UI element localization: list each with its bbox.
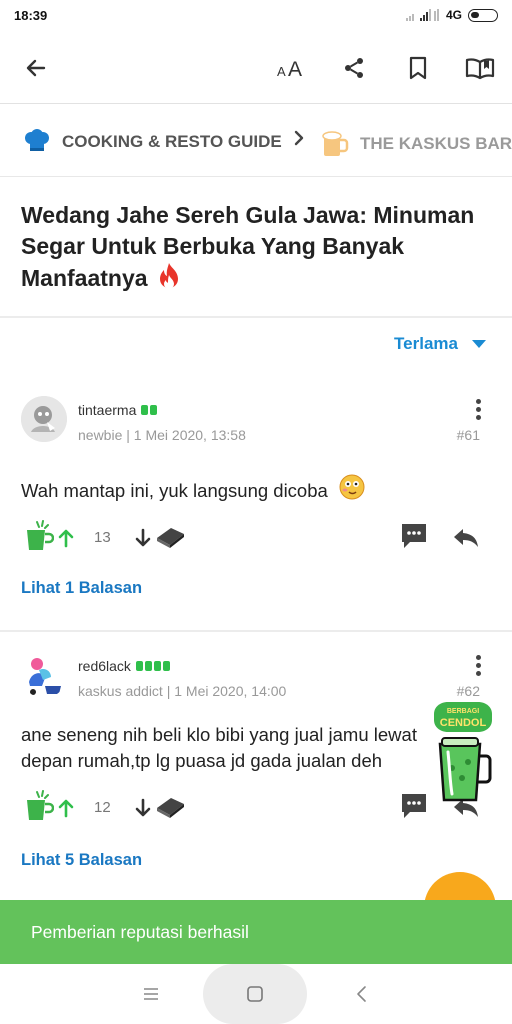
username[interactable]: tintaerma xyxy=(78,402,158,418)
breadcrumb-item-kaskus-bar[interactable]: THE KASKUS BAR xyxy=(320,129,512,159)
vote-count: 13 xyxy=(94,529,111,546)
sort-dropdown[interactable]: Terlama xyxy=(394,334,486,354)
breadcrumb-separator xyxy=(292,129,306,147)
divider xyxy=(0,316,512,318)
username-text: tintaerma xyxy=(78,402,137,418)
avatar[interactable] xyxy=(21,396,67,442)
network-type: 4G xyxy=(445,8,462,22)
app-bar: A A xyxy=(0,32,512,104)
post-body: ane seneng nih beli klo bibi yang jual j… xyxy=(21,724,417,771)
menu-icon[interactable] xyxy=(142,986,160,1002)
caret-down-icon xyxy=(472,340,486,348)
default-avatar-icon xyxy=(21,396,67,442)
more-options-button[interactable] xyxy=(476,399,482,423)
breadcrumb-label: THE KASKUS BAR xyxy=(360,134,512,153)
post-actions: 12 xyxy=(24,790,494,826)
share-icon xyxy=(345,58,363,78)
status-icons: 4G xyxy=(405,8,498,22)
downvote-icon[interactable] xyxy=(134,528,152,548)
upvote-icon[interactable] xyxy=(57,528,75,548)
breadcrumb: COOKING & RESTO GUIDE THE KASKUS BAR xyxy=(0,105,512,177)
reply-icon[interactable] xyxy=(452,526,480,550)
fire-icon xyxy=(159,263,178,289)
cendol-sticker: BERBAGI CENDOL xyxy=(432,700,494,810)
status-time: 18:39 xyxy=(14,8,48,23)
divider xyxy=(0,630,512,632)
post-body: Wah mantap ini, yuk langsung dicoba xyxy=(21,474,491,504)
cendol-badge-text-bottom: CENDOL xyxy=(440,717,487,729)
bookmark-icon xyxy=(409,56,427,80)
battery-icon xyxy=(468,8,498,22)
breadcrumb-item-cooking[interactable]: COOKING & RESTO GUIDE xyxy=(22,129,282,155)
reader-mode-button[interactable] xyxy=(462,50,498,86)
username-text: red6lack xyxy=(78,658,131,674)
text-size-icon: A A xyxy=(277,58,302,80)
post-actions: 13 xyxy=(24,520,494,556)
status-bar: 18:39 4G xyxy=(0,0,512,32)
home-icon[interactable] xyxy=(246,985,264,1003)
cendol-glass-icon: BERBAGI CENDOL xyxy=(434,702,492,802)
bata-brick-icon[interactable] xyxy=(154,524,186,550)
more-options-button[interactable] xyxy=(476,655,482,679)
arrow-left-icon xyxy=(26,59,46,77)
post-text: Wah mantap ini, yuk langsung dicoba xyxy=(21,480,328,501)
back-button[interactable] xyxy=(18,50,54,86)
thread-title-text: Wedang Jahe Sereh Gula Jawa: Minuman Seg… xyxy=(21,202,475,291)
font-size-button[interactable]: A A xyxy=(274,50,310,86)
cendol-cup-icon[interactable] xyxy=(24,790,54,824)
post-meta: kaskus addict | 1 Mei 2020, 14:00 xyxy=(78,683,287,699)
svg-text:A: A xyxy=(277,64,286,79)
thread-title: Wedang Jahe Sereh Gula Jawa: Minuman Seg… xyxy=(21,200,491,294)
back-nav-icon[interactable] xyxy=(355,985,369,1003)
username[interactable]: red6lack xyxy=(78,658,170,674)
reputation-indicator xyxy=(135,661,170,671)
upvote-icon[interactable] xyxy=(57,798,75,818)
beer-mug-icon xyxy=(322,131,349,156)
cendol-cup-icon[interactable] xyxy=(24,520,54,554)
bookmark-button[interactable] xyxy=(400,50,436,86)
chevron-right-icon xyxy=(294,130,304,146)
post-meta: newbie | 1 Mei 2020, 13:58 xyxy=(78,427,246,443)
svg-text:A: A xyxy=(288,58,302,80)
breadcrumb-label: COOKING & RESTO GUIDE xyxy=(62,132,282,151)
smiley-emoji-icon xyxy=(339,474,365,500)
share-button[interactable] xyxy=(336,50,372,86)
user-avatar-icon xyxy=(21,652,67,698)
view-replies-link[interactable]: Lihat 5 Balasan xyxy=(21,851,142,870)
sort-label: Terlama xyxy=(394,334,458,353)
bata-brick-icon[interactable] xyxy=(154,794,186,820)
comment-icon[interactable] xyxy=(400,792,428,820)
book-icon xyxy=(465,58,495,80)
reputation-indicator xyxy=(141,405,158,415)
chef-hat-icon xyxy=(25,129,49,151)
avatar[interactable] xyxy=(21,652,67,698)
vote-count: 12 xyxy=(94,799,111,816)
downvote-icon[interactable] xyxy=(134,798,152,818)
view-replies-link[interactable]: Lihat 1 Balasan xyxy=(21,579,142,598)
post-number[interactable]: #62 xyxy=(457,683,480,699)
system-nav-bar xyxy=(0,964,512,1024)
signal-icon xyxy=(405,9,439,21)
toast-notification: Pemberian reputasi berhasil xyxy=(0,900,512,964)
cendol-badge-text-top: BERBAGI xyxy=(447,708,479,715)
comment-icon[interactable] xyxy=(400,522,428,550)
post-number[interactable]: #61 xyxy=(457,427,480,443)
